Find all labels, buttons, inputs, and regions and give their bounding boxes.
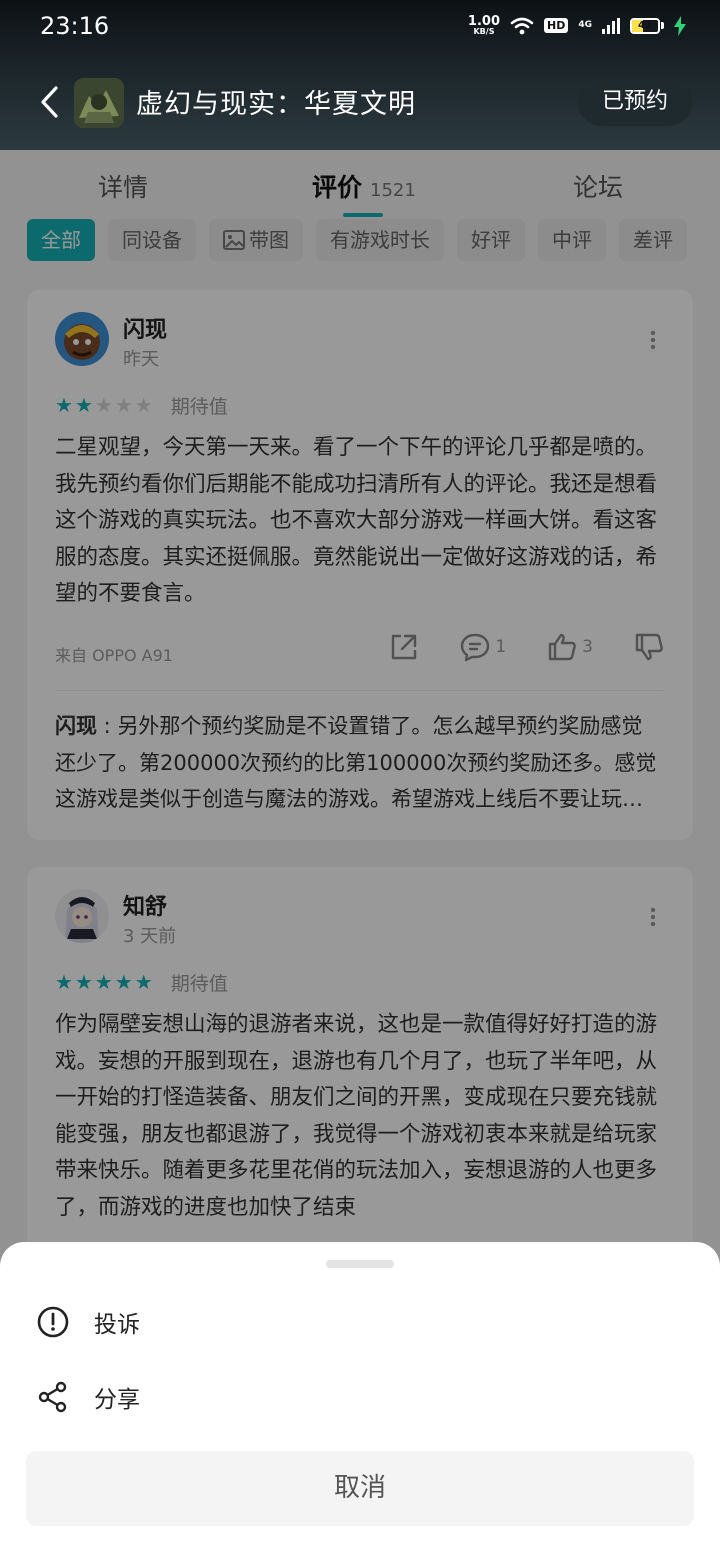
page-title: 虚幻与现实：华夏文明 <box>136 89 416 120</box>
share-label: 分享 <box>94 1387 140 1413</box>
sheet-handle[interactable] <box>326 1260 394 1268</box>
status-icons: 1.00 KB/S HD 4G 41 <box>468 15 686 36</box>
signal-icon <box>602 17 620 34</box>
report-option[interactable]: 投诉 <box>36 1300 140 1344</box>
battery-icon: 41 <box>630 17 664 34</box>
game-icon <box>74 78 124 128</box>
report-icon <box>37 1306 69 1338</box>
hd-badge: HD <box>544 18 569 33</box>
share-option[interactable]: 分享 <box>36 1375 140 1419</box>
status-bar: 23:16 1.00 KB/S HD 4G 41 <box>0 0 720 54</box>
status-time: 23:16 <box>40 12 110 40</box>
title-bar: 虚幻与现实：华夏文明 已预约 <box>0 74 720 130</box>
report-label: 投诉 <box>94 1312 140 1338</box>
wifi-icon <box>510 17 534 34</box>
app-header: 23:16 1.00 KB/S HD 4G 41 虚幻与现实：华夏文明 已预约 <box>0 0 720 150</box>
share-icon <box>38 1381 67 1413</box>
charging-icon <box>674 15 686 36</box>
cancel-button[interactable]: 取消 <box>26 1451 694 1526</box>
reserved-button[interactable]: 已预约 <box>577 78 692 126</box>
back-arrow-icon[interactable] <box>34 80 68 124</box>
action-sheet: 投诉 分享 取消 <box>0 1242 720 1560</box>
network-type: 4G <box>578 20 592 30</box>
network-speed: 1.00 KB/S <box>467 14 500 36</box>
